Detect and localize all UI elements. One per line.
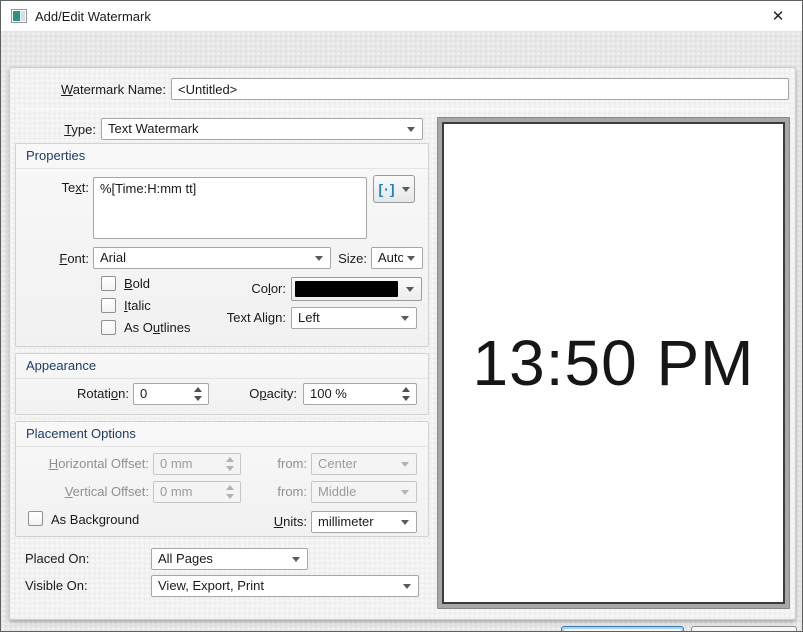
watermark-name-label: Watermark Name: (21, 79, 166, 101)
vertical-offset-label: Vertical Offset: (25, 481, 149, 503)
watermark-name-input[interactable] (172, 79, 788, 99)
name-separator (17, 108, 788, 109)
horizontal-from-select: Center (311, 453, 417, 475)
chevron-down-icon (407, 127, 415, 132)
vertical-from-value: Middle (318, 482, 397, 502)
color-swatch (295, 281, 398, 297)
close-icon[interactable]: ✕ (764, 4, 792, 28)
vertical-from-select: Middle (311, 481, 417, 503)
spin-up-icon (402, 387, 410, 392)
opacity-value: 100 % (310, 384, 398, 404)
horizontal-offset-value: 0 mm (160, 454, 222, 474)
bold-checkbox[interactable] (101, 276, 116, 291)
dialog-background: Watermark Name: Type: Text Watermark 13:… (1, 31, 802, 632)
type-value: Text Watermark (108, 119, 403, 139)
chevron-down-icon (401, 490, 409, 495)
chevron-down-icon (402, 187, 410, 192)
font-value: Arial (100, 248, 311, 268)
spin-up-icon (194, 387, 202, 392)
horizontal-offset-spin-buttons (222, 457, 240, 471)
placed-on-label: Placed On: (25, 548, 89, 570)
color-label: Color: (186, 278, 286, 300)
spin-down-icon (194, 396, 202, 401)
placement-options-header: Placement Options (16, 422, 428, 447)
spin-down-icon (226, 494, 234, 499)
preview-page: 13:50 PM (442, 122, 785, 604)
window-title: Add/Edit Watermark (35, 9, 151, 24)
as-outlines-checkbox[interactable] (101, 320, 116, 335)
text-align-value: Left (298, 308, 397, 328)
spin-down-icon (226, 466, 234, 471)
preview-pane: 13:50 PM (437, 117, 790, 609)
italic-label[interactable]: Italic (124, 298, 151, 314)
chevron-down-icon (292, 557, 300, 562)
cancel-button[interactable]: Cancel (691, 626, 797, 632)
rotation-value: 0 (140, 384, 190, 404)
visible-on-select[interactable]: View, Export, Print (151, 575, 419, 597)
as-outlines-label[interactable]: As Outlines (124, 320, 191, 336)
appearance-header: Appearance (16, 354, 428, 379)
titlebar: Add/Edit Watermark ✕ (1, 1, 802, 31)
units-select[interactable]: millimeter (311, 511, 417, 533)
dialog-icon (11, 8, 27, 24)
spin-down-icon (402, 396, 410, 401)
add-edit-watermark-dialog: Add/Edit Watermark ✕ Watermark Name: Typ… (0, 0, 803, 632)
visible-on-label: Visible On: (25, 575, 88, 597)
macro-icon: [·] (379, 181, 396, 197)
chevron-down-icon (403, 584, 411, 589)
horizontal-from-value: Center (318, 454, 397, 474)
ok-button[interactable]: OK (561, 626, 684, 632)
properties-header: Properties (16, 144, 428, 169)
text-align-select[interactable]: Left (291, 307, 417, 329)
color-select[interactable] (291, 277, 422, 301)
vertical-offset-spinner: 0 mm (153, 481, 241, 503)
horizontal-offset-spinner: 0 mm (153, 453, 241, 475)
watermark-name-input-wrap (171, 78, 789, 100)
spin-up-icon (226, 457, 234, 462)
opacity-spinner[interactable]: 100 % (303, 383, 417, 405)
spin-up-icon (226, 485, 234, 490)
font-select[interactable]: Arial (93, 247, 331, 269)
size-select[interactable]: Auto (371, 247, 423, 269)
insert-macro-button[interactable]: [·] (373, 175, 415, 203)
chevron-down-icon (407, 256, 415, 261)
as-background-label[interactable]: As Background (51, 512, 139, 528)
rotation-label: Rotation: (25, 383, 129, 405)
placed-on-value: All Pages (158, 549, 288, 569)
vertical-from-label: from: (271, 481, 307, 503)
vertical-offset-value: 0 mm (160, 482, 222, 502)
opacity-label: Opacity: (211, 383, 297, 405)
units-value: millimeter (318, 512, 397, 532)
placed-on-select[interactable]: All Pages (151, 548, 308, 570)
opacity-spin-buttons[interactable] (398, 387, 416, 401)
rotation-spin-buttons[interactable] (190, 387, 208, 401)
text-label: Text: (25, 177, 89, 199)
chevron-down-icon (315, 256, 323, 261)
chevron-down-icon (401, 316, 409, 321)
bold-label[interactable]: Bold (124, 276, 150, 292)
type-select[interactable]: Text Watermark (101, 118, 423, 140)
horizontal-from-label: from: (271, 453, 307, 475)
size-label: Size: (331, 248, 367, 270)
rotation-spinner[interactable]: 0 (133, 383, 209, 405)
chevron-down-icon (401, 520, 409, 525)
font-label: Font: (25, 248, 89, 270)
italic-checkbox[interactable] (101, 298, 116, 313)
horizontal-offset-label: Horizontal Offset: (25, 453, 149, 475)
watermark-preview-text: 13:50 PM (473, 326, 755, 400)
vertical-offset-spin-buttons (222, 485, 240, 499)
size-value: Auto (378, 248, 403, 268)
visible-on-value: View, Export, Print (158, 576, 399, 596)
chevron-down-icon (406, 287, 414, 292)
as-background-checkbox[interactable] (28, 511, 43, 526)
chevron-down-icon (401, 462, 409, 467)
watermark-text-input[interactable]: %[Time:H:mm tt] (93, 177, 367, 239)
units-label: Units: (267, 511, 307, 533)
text-align-label: Text Align: (186, 307, 286, 329)
type-label: Type: (21, 119, 96, 141)
